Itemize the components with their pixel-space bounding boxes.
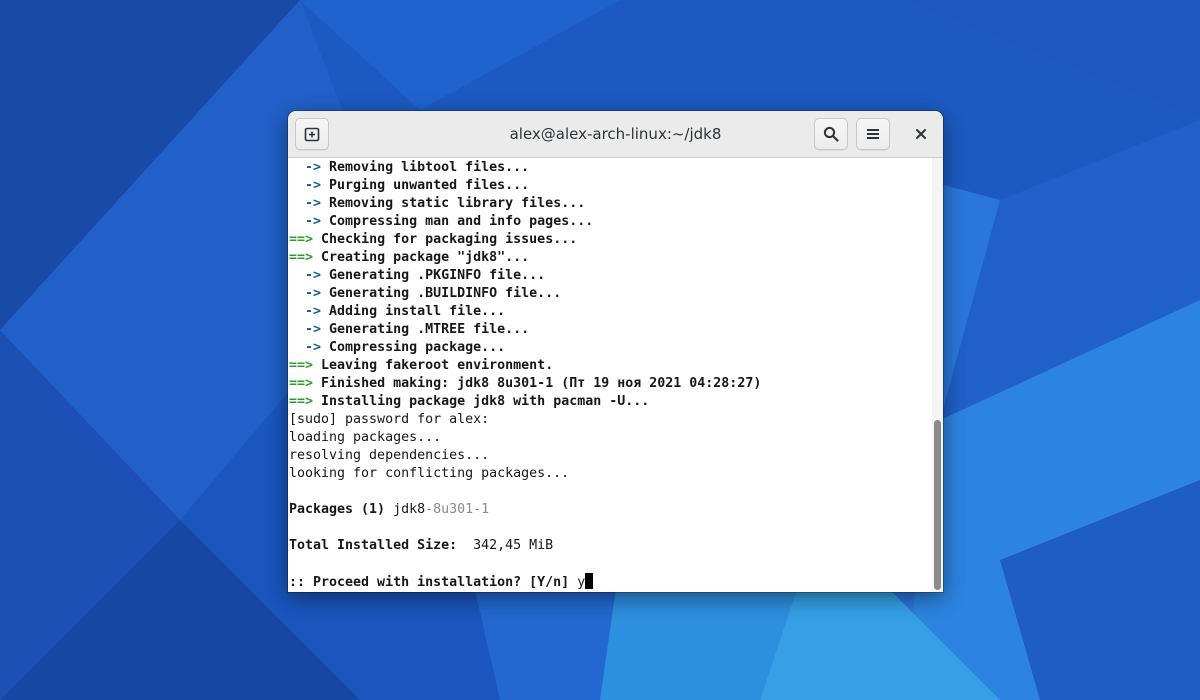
terminal-line: loading packages...	[289, 430, 442, 445]
terminal-line: Total Installed Size: 342,45 MiB	[289, 537, 761, 555]
close-icon	[916, 129, 926, 139]
header-bar: alex@alex-arch-linux:~/jdk8	[288, 111, 943, 158]
terminal-line: looking for conflicting packages...	[289, 466, 570, 481]
terminal-line: ==> Installing package jdk8 with pacman …	[289, 394, 650, 409]
terminal-line: ==> Creating package "jdk8"...	[289, 250, 530, 265]
scrollbar-thumb[interactable]	[934, 420, 941, 590]
scrollbar[interactable]	[932, 158, 943, 592]
terminal-line: -> Removing static library files...	[289, 196, 586, 211]
terminal-line: ==> Finished making: jdk8 8u301-1 (Пт 19…	[289, 376, 762, 391]
terminal-line: resolving dependencies...	[289, 448, 490, 463]
terminal-line: [sudo] password for alex:	[289, 412, 490, 427]
installed-size-label: Total Installed Size:	[289, 538, 458, 553]
close-button[interactable]	[904, 118, 938, 150]
terminal-prompt-line[interactable]: :: Proceed with installation? [Y/n] y	[289, 573, 761, 591]
terminal-line: -> Compressing man and info pages...	[289, 214, 594, 229]
terminal-line: -> Generating .MTREE file...	[289, 322, 530, 337]
terminal-line: Packages (1) jdk8-8u301-1	[289, 501, 761, 519]
terminal-line: -> Compressing package...	[289, 340, 506, 355]
terminal-line: -> Removing libtool files...	[289, 160, 530, 175]
terminal-line: ==> Checking for packaging issues...	[289, 232, 578, 247]
package-version: -8u301-1	[425, 502, 490, 517]
menu-icon	[867, 129, 879, 139]
proceed-prompt: :: Proceed with installation? [Y/n]	[289, 575, 570, 590]
terminal-line: -> Purging unwanted files...	[289, 178, 530, 193]
terminal-line: ==> Leaving fakeroot environment.	[289, 358, 554, 373]
installed-size-value: 342,45 MiB	[457, 538, 554, 553]
terminal-output[interactable]: -> Removing libtool files... -> Purging …	[288, 158, 932, 592]
search-icon	[823, 126, 839, 142]
terminal-line: -> Generating .BUILDINFO file...	[289, 286, 562, 301]
new-tab-icon	[304, 127, 320, 142]
menu-button[interactable]	[856, 118, 890, 150]
search-button[interactable]	[814, 118, 848, 150]
package-name: jdk8	[385, 502, 426, 517]
text-cursor	[585, 573, 594, 589]
prompt-input: y	[569, 575, 586, 590]
new-tab-button[interactable]	[295, 118, 329, 150]
terminal-window: alex@alex-arch-linux:~/jdk8 -> Removing …	[288, 111, 943, 592]
packages-label: Packages (1)	[289, 502, 386, 517]
terminal-line: -> Adding install file...	[289, 304, 506, 319]
terminal-line: -> Generating .PKGINFO file...	[289, 268, 546, 283]
